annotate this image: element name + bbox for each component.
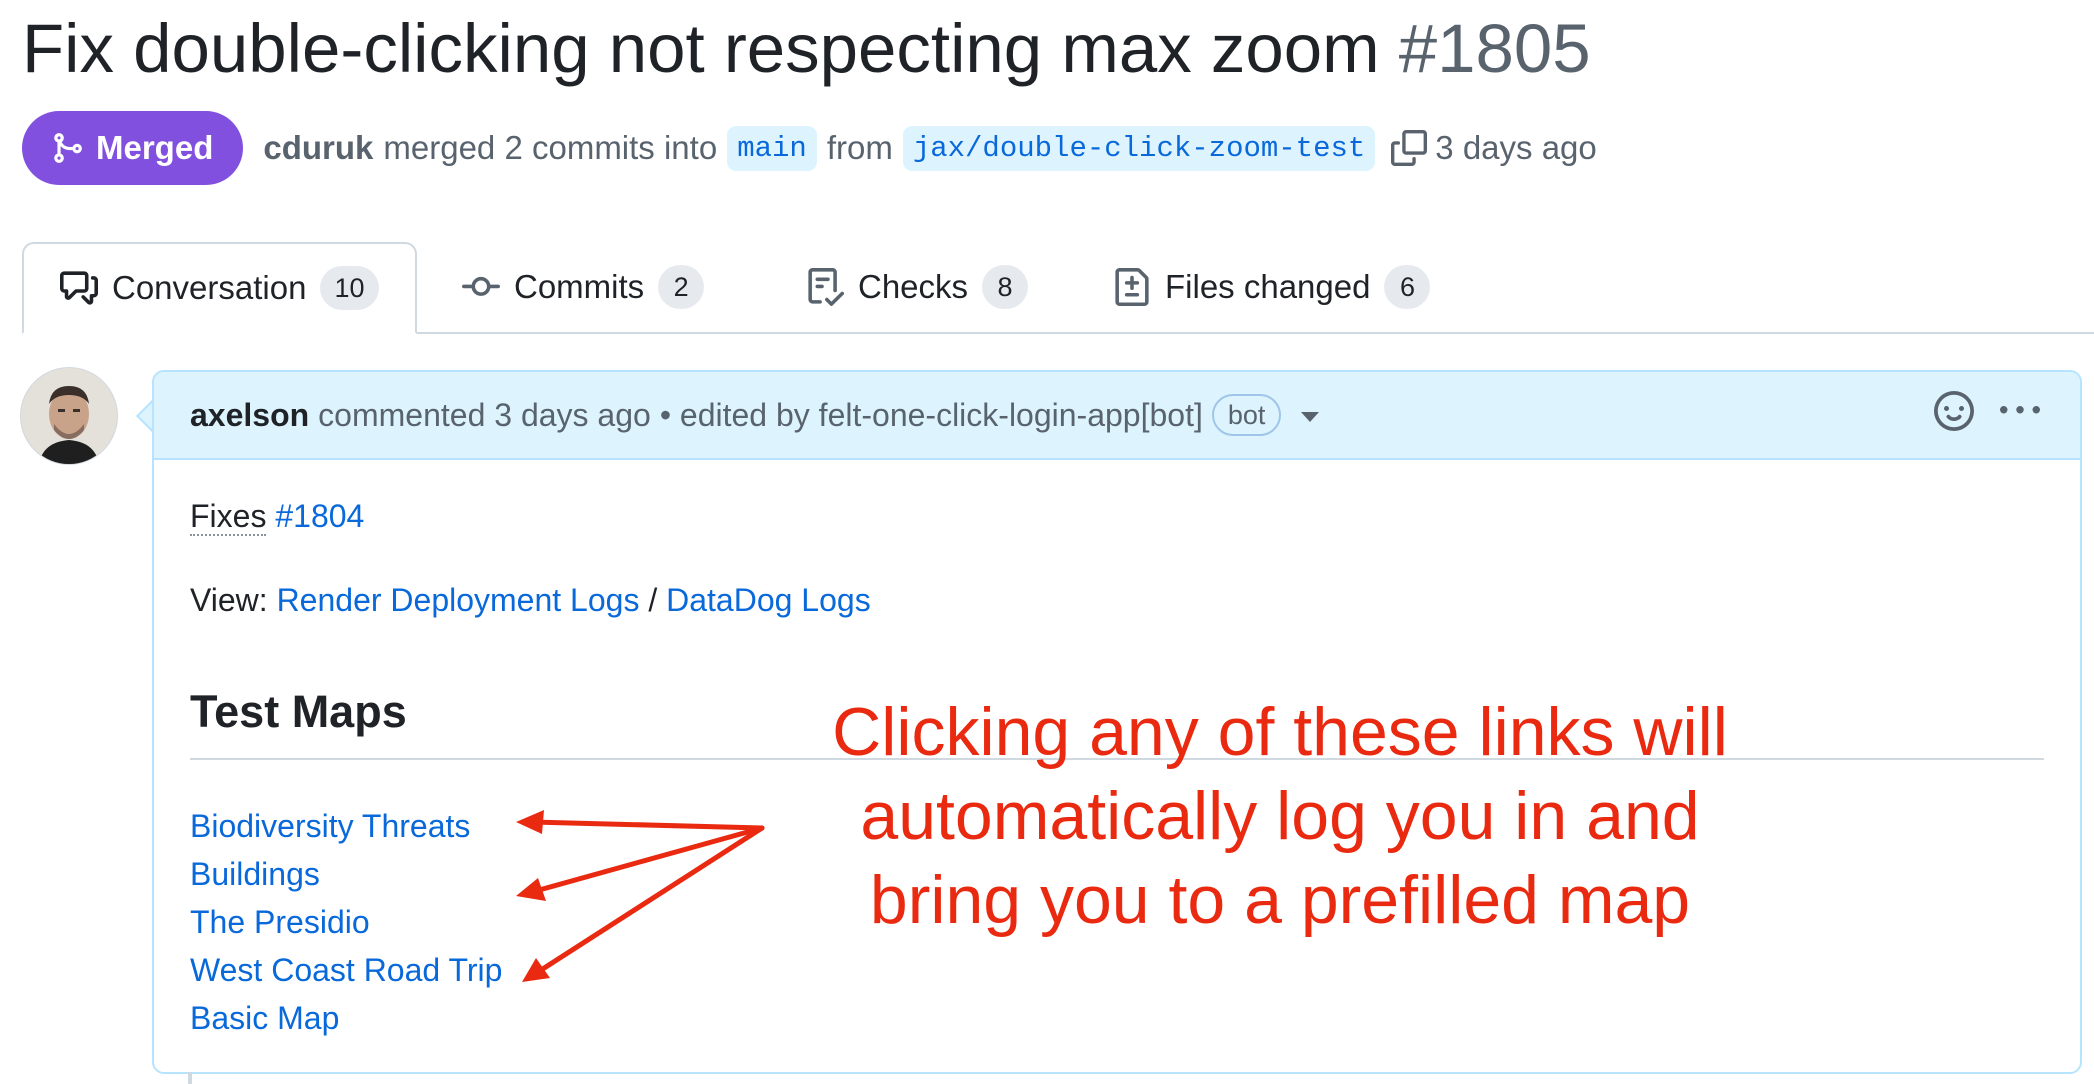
bot-label: bot [1211, 394, 1282, 436]
tab-commits-count: 2 [658, 265, 705, 309]
view-line: View: Render Deployment Logs / DataDog L… [190, 582, 871, 619]
tab-files-changed-count: 6 [1384, 265, 1431, 309]
git-commit-icon [462, 268, 500, 306]
comment-header: axelson commented 3 days ago • edited by… [154, 372, 2080, 460]
tab-files-changed[interactable]: Files changed 6 [1077, 242, 1466, 332]
tab-checks-count: 8 [982, 265, 1029, 309]
map-link-basic-map[interactable]: Basic Map [190, 1000, 339, 1036]
tab-conversation-label: Conversation [112, 269, 307, 306]
list-item: Basic Map [190, 994, 502, 1042]
head-branch-link[interactable]: jax/double-click-zoom-test [902, 125, 1376, 171]
edited-by[interactable]: • edited by felt-one-click-login-app[bot… [660, 397, 1203, 434]
test-maps-list: Biodiversity Threats Buildings The Presi… [190, 802, 502, 1042]
annotation-line-3: bring you to a prefilled map [869, 862, 1691, 938]
pr-author-link[interactable]: cduruk [263, 129, 373, 167]
map-link-biodiversity-threats[interactable]: Biodiversity Threats [190, 808, 470, 844]
map-link-the-presidio[interactable]: The Presidio [190, 904, 370, 940]
list-item: The Presidio [190, 898, 502, 946]
pr-title-text: Fix double-clicking not respecting max z… [22, 10, 1380, 87]
annotation-line-2: automatically log you in and [860, 778, 1700, 854]
smiley-icon[interactable] [1934, 391, 1974, 439]
tab-commits[interactable]: Commits 2 [426, 242, 740, 332]
tab-checks-label: Checks [858, 268, 969, 305]
state-label: Merged [96, 129, 214, 166]
annotation-text: Clicking any of these links will automat… [790, 690, 1770, 942]
map-link-west-coast-road-trip[interactable]: West Coast Road Trip [190, 952, 502, 988]
file-diff-icon [1113, 268, 1151, 306]
timeline-line [188, 1072, 192, 1084]
test-maps-heading: Test Maps [190, 686, 407, 737]
render-logs-link[interactable]: Render Deployment Logs [277, 582, 640, 618]
merge-time: 3 days ago [1435, 129, 1597, 166]
list-item: West Coast Road Trip [190, 946, 502, 994]
comment-discussion-icon [60, 269, 98, 307]
view-separator: / [648, 582, 658, 618]
commented-time: commented 3 days ago [318, 396, 651, 433]
comment-author-link[interactable]: axelson [190, 397, 309, 434]
pr-tabs: Conversation 10 Commits 2 Checks 8 Files… [22, 242, 2094, 334]
merged-text: merged 2 commits into [383, 129, 718, 166]
datadog-logs-link[interactable]: DataDog Logs [666, 582, 871, 618]
fixes-issue-link[interactable]: #1804 [275, 498, 364, 534]
fixes-line: Fixes #1804 [190, 498, 364, 536]
kebab-horizontal-icon[interactable] [2000, 391, 2040, 439]
checklist-icon [806, 268, 844, 306]
chevron-down-icon[interactable] [1301, 412, 1320, 422]
pr-meta: Merged cduruk merged 2 commits into main… [22, 111, 1597, 185]
tab-files-changed-label: Files changed [1165, 268, 1371, 305]
annotation-line-1: Clicking any of these links will [832, 694, 1728, 770]
merged-state-badge: Merged [22, 111, 244, 185]
copy-icon[interactable] [1391, 130, 1428, 166]
fixes-label: Fixes [190, 498, 267, 536]
pr-number: #1805 [1398, 10, 1591, 87]
tab-conversation-count: 10 [320, 266, 379, 310]
list-item: Buildings [190, 850, 502, 898]
tab-checks[interactable]: Checks 8 [770, 242, 1064, 332]
tab-conversation[interactable]: Conversation 10 [22, 242, 417, 334]
pr-title: Fix double-clicking not respecting max z… [22, 4, 1591, 94]
view-label: View: [190, 582, 268, 618]
map-link-buildings[interactable]: Buildings [190, 856, 320, 892]
tab-commits-label: Commits [514, 268, 645, 305]
git-merge-icon [54, 133, 82, 163]
avatar[interactable] [20, 367, 118, 465]
from-text: from [826, 129, 893, 166]
base-branch-link[interactable]: main [727, 125, 817, 171]
comment-actions [1934, 372, 2040, 458]
list-item: Biodiversity Threats [190, 802, 502, 850]
